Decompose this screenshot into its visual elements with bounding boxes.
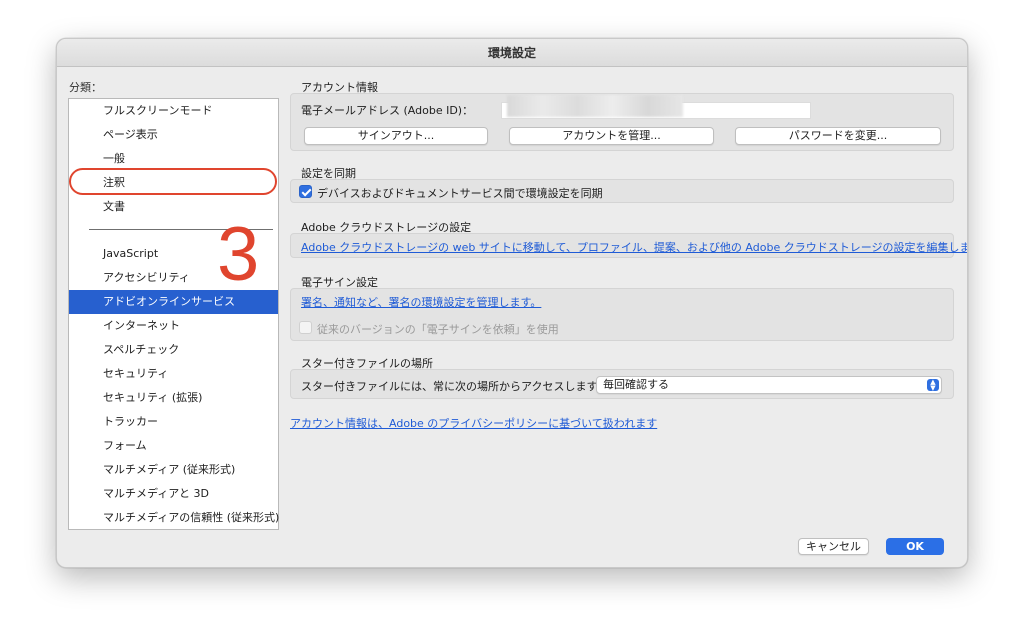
cancel-button[interactable]: キャンセル (798, 538, 869, 555)
annotation-highlight-oval (69, 168, 277, 195)
cloud-group: Adobe クラウドストレージの web サイトに移動して、プロファイル、提案、… (290, 233, 967, 258)
annotation-step-number: 3 (217, 212, 260, 297)
esign-group: 署名、通知など、署名の環境設定を管理します。 従来のバージョンの「電子サインを依… (290, 288, 954, 341)
starred-location-value: 毎回確認する (603, 378, 669, 391)
sync-group: デバイスおよびドキュメントサービス間で環境設定を同期 (290, 179, 954, 203)
starred-location-label: スター付きファイルには、常に次の場所からアクセスします... (301, 380, 608, 393)
category-item-multimedia-trust-legacy[interactable]: マルチメディアの信頼性 (従来形式) (69, 506, 279, 530)
category-item-multimedia-3d[interactable]: マルチメディアと 3D (69, 482, 278, 506)
categories-list: フルスクリーンモード ページ表示 一般 注釈 文書 JavaScript アクセ… (68, 98, 279, 530)
category-item-spelling[interactable]: スペルチェック (69, 338, 278, 362)
manage-account-button[interactable]: アカウントを管理... (509, 127, 714, 145)
category-item-page-display[interactable]: ページ表示 (69, 123, 278, 147)
esign-settings-link[interactable]: 署名、通知など、署名の環境設定を管理します。 (301, 294, 541, 310)
preferences-window: 環境設定 分類： フルスクリーンモード ページ表示 一般 注釈 文書 JavaS… (56, 38, 968, 568)
sync-checkbox[interactable] (299, 185, 312, 198)
privacy-policy-link[interactable]: アカウント情報は、Adobe のプライバシーポリシーに基づいて扱われます (290, 415, 657, 431)
starred-location-select[interactable]: 毎回確認する ▲ ▼ (596, 376, 942, 394)
email-label: 電子メールアドレス (Adobe ID)： (301, 104, 474, 117)
category-item-multimedia-legacy[interactable]: マルチメディア (従来形式) (69, 458, 278, 482)
ok-button[interactable]: OK (886, 538, 944, 555)
category-item-security-enhanced[interactable]: セキュリティ (拡張) (69, 386, 278, 410)
category-item-security[interactable]: セキュリティ (69, 362, 278, 386)
category-item-tracker[interactable]: トラッカー (69, 410, 278, 434)
cloud-settings-link[interactable]: Adobe クラウドストレージの web サイトに移動して、プロファイル、提案、… (301, 239, 967, 255)
sync-checkbox-label[interactable]: デバイスおよびドキュメントサービス間で環境設定を同期 (317, 185, 603, 201)
category-item-internet[interactable]: インターネット (69, 314, 278, 338)
legacy-esign-checkbox (299, 321, 312, 334)
email-redacted-value (507, 95, 683, 117)
categories-label: 分類： (69, 81, 102, 94)
category-item-forms[interactable]: フォーム (69, 434, 278, 458)
select-updown-icon: ▲ ▼ (927, 379, 939, 392)
category-item-fullscreen[interactable]: フルスクリーンモード (69, 99, 278, 123)
change-password-button[interactable]: パスワードを変更... (735, 127, 941, 145)
sign-out-button[interactable]: サインアウト... (304, 127, 488, 145)
window-title: 環境設定 (57, 39, 967, 67)
starred-group: スター付きファイルには、常に次の場所からアクセスします... 毎回確認する ▲ ▼ (290, 369, 954, 399)
legacy-esign-label: 従来のバージョンの「電子サインを依頼」を使用 (317, 323, 559, 336)
